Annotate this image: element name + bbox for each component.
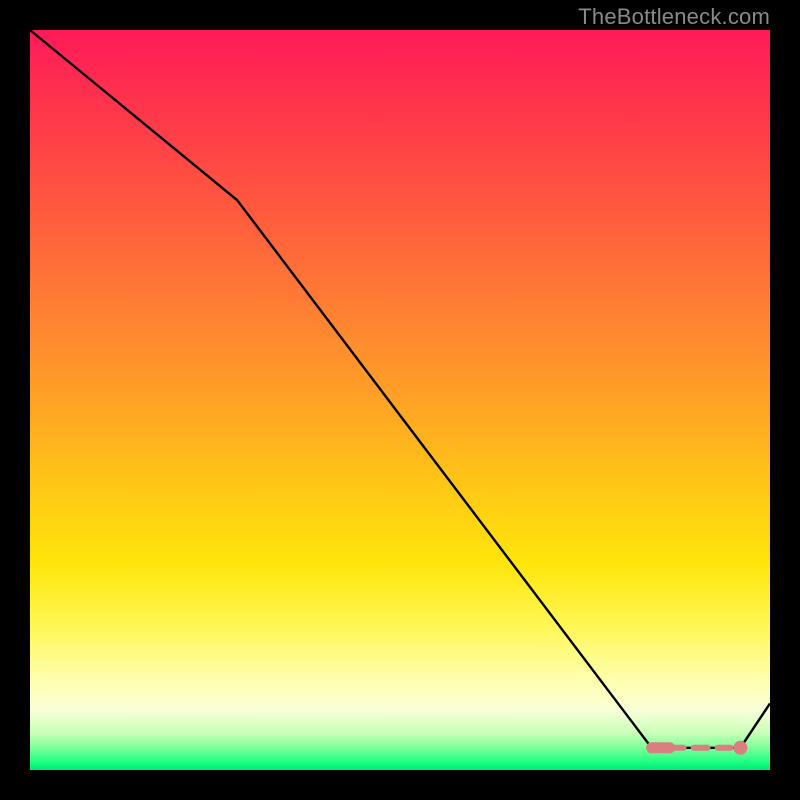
chart-frame: TheBottleneck.com [0,0,800,800]
plot-area [30,30,770,770]
optimal-range-marker [733,741,747,755]
watermark-text: TheBottleneck.com [578,4,770,30]
bottleneck-curve-path [30,30,770,748]
chart-svg [30,30,770,770]
